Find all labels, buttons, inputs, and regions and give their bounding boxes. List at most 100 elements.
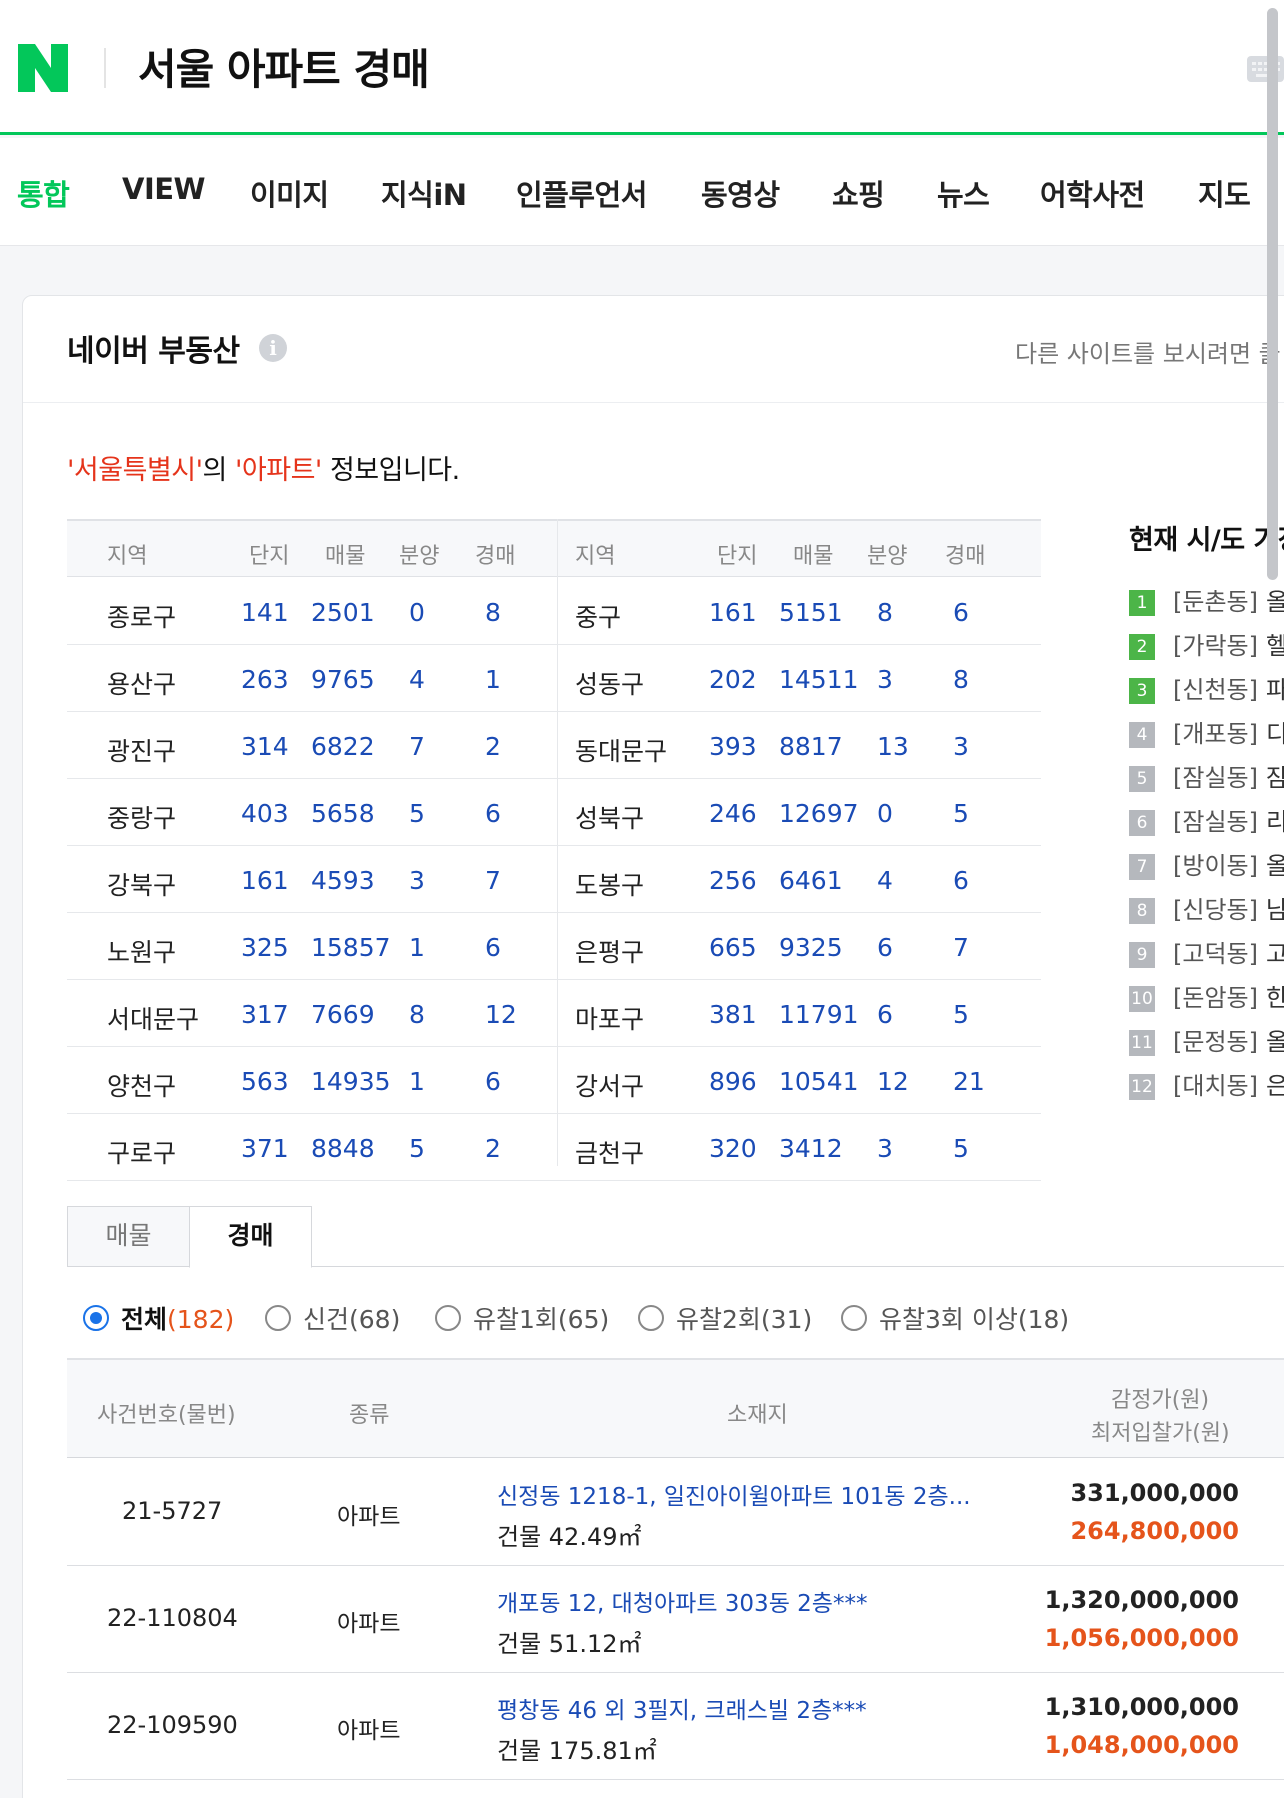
ranking-item[interactable]: 11 [문정동] 올 bbox=[1129, 1022, 1284, 1057]
district-name[interactable]: 중랑구 bbox=[107, 799, 176, 835]
district-name[interactable]: 금천구 bbox=[575, 1134, 644, 1170]
auction-count[interactable]: 6 bbox=[953, 866, 969, 895]
presale-count[interactable]: 3 bbox=[409, 866, 425, 895]
presale-count[interactable]: 4 bbox=[409, 665, 425, 694]
tab-view[interactable]: VIEW bbox=[122, 172, 206, 206]
radio-circle-icon[interactable] bbox=[435, 1305, 461, 1331]
ranking-item[interactable]: 1 [둔촌동] 올 bbox=[1129, 582, 1284, 617]
listing-count[interactable]: 9325 bbox=[779, 933, 843, 962]
tab-news[interactable]: 뉴스 bbox=[937, 172, 990, 214]
table-row[interactable]: 21-5727 아파트 신정동 1218-1, 일진아이윌아파트 101동 2층..… bbox=[67, 1459, 1284, 1566]
listing-count[interactable]: 5658 bbox=[311, 799, 375, 828]
listing-count[interactable]: 8817 bbox=[779, 732, 843, 761]
radio-circle-icon[interactable] bbox=[265, 1305, 291, 1331]
district-name[interactable]: 양천구 bbox=[107, 1067, 176, 1103]
complex-count[interactable]: 314 bbox=[241, 732, 289, 761]
listing-count[interactable]: 10541 bbox=[779, 1067, 859, 1096]
tab-shopping[interactable]: 쇼핑 bbox=[832, 172, 885, 214]
auction-count[interactable]: 8 bbox=[485, 598, 501, 627]
ranking-item[interactable]: 3 [신천동] 파 bbox=[1129, 670, 1284, 705]
ranking-item[interactable]: 2 [가락동] 헬 bbox=[1129, 626, 1284, 661]
district-name[interactable]: 마포구 bbox=[575, 1000, 644, 1036]
radio-label[interactable]: 유찰1회(65) bbox=[473, 1300, 609, 1336]
auction-count[interactable]: 3 bbox=[953, 732, 969, 761]
complex-count[interactable]: 246 bbox=[709, 799, 757, 828]
radio-label[interactable]: 유찰3회 이상(18) bbox=[879, 1300, 1069, 1336]
auction-count[interactable]: 12 bbox=[485, 1000, 517, 1029]
complex-count[interactable]: 393 bbox=[709, 732, 757, 761]
tab-influencer[interactable]: 인플루언서 bbox=[516, 172, 647, 214]
district-name[interactable]: 종로구 bbox=[107, 598, 176, 634]
presale-count[interactable]: 13 bbox=[877, 732, 909, 761]
table-row[interactable]: 22-109590 아파트 평창동 46 외 3필지, 크래스빌 2층*** 건물 1… bbox=[67, 1673, 1284, 1780]
tab-images[interactable]: 이미지 bbox=[250, 172, 329, 214]
complex-count[interactable]: 263 bbox=[241, 665, 289, 694]
district-name[interactable]: 성동구 bbox=[575, 665, 644, 701]
district-name[interactable]: 노원구 bbox=[107, 933, 176, 969]
auction-count[interactable]: 7 bbox=[953, 933, 969, 962]
tab-dictionary[interactable]: 어학사전 bbox=[1040, 172, 1145, 214]
presale-count[interactable]: 5 bbox=[409, 799, 425, 828]
presale-count[interactable]: 0 bbox=[877, 799, 893, 828]
listing-count[interactable]: 3412 bbox=[779, 1134, 843, 1163]
complex-count[interactable]: 896 bbox=[709, 1067, 757, 1096]
complex-count[interactable]: 317 bbox=[241, 1000, 289, 1029]
auction-count[interactable]: 5 bbox=[953, 1134, 969, 1163]
auction-count[interactable]: 6 bbox=[485, 1067, 501, 1096]
ranking-item[interactable]: 12 [대치동] 은 bbox=[1129, 1066, 1284, 1101]
listing-count[interactable]: 14935 bbox=[311, 1067, 391, 1096]
complex-count[interactable]: 320 bbox=[709, 1134, 757, 1163]
table-row[interactable]: 22-110804 아파트 개포동 12, 대청아파트 303동 2층*** 건물 5… bbox=[67, 1566, 1284, 1673]
ranking-item[interactable]: 7 [방이동] 올 bbox=[1129, 846, 1284, 881]
district-name[interactable]: 은평구 bbox=[575, 933, 644, 969]
presale-count[interactable]: 4 bbox=[877, 866, 893, 895]
complex-count[interactable]: 381 bbox=[709, 1000, 757, 1029]
tab-map[interactable]: 지도 bbox=[1198, 172, 1251, 214]
complex-count[interactable]: 563 bbox=[241, 1067, 289, 1096]
complex-count[interactable]: 161 bbox=[709, 598, 757, 627]
listing-count[interactable]: 6461 bbox=[779, 866, 843, 895]
ranking-item[interactable]: 6 [잠실동] 리 bbox=[1129, 802, 1284, 837]
complex-count[interactable]: 325 bbox=[241, 933, 289, 962]
listing-count[interactable]: 12697 bbox=[779, 799, 859, 828]
listing-count[interactable]: 5151 bbox=[779, 598, 843, 627]
auction-count[interactable]: 7 bbox=[485, 866, 501, 895]
subtab-auction[interactable]: 경매 bbox=[189, 1206, 312, 1268]
district-name[interactable]: 도봉구 bbox=[575, 866, 644, 902]
auction-count[interactable]: 2 bbox=[485, 1134, 501, 1163]
complex-count[interactable]: 371 bbox=[241, 1134, 289, 1163]
presale-count[interactable]: 7 bbox=[409, 732, 425, 761]
presale-count[interactable]: 3 bbox=[877, 1134, 893, 1163]
auction-count[interactable]: 5 bbox=[953, 799, 969, 828]
district-name[interactable]: 성북구 bbox=[575, 799, 644, 835]
auction-count[interactable]: 8 bbox=[953, 665, 969, 694]
district-name[interactable]: 강북구 bbox=[107, 866, 176, 902]
ranking-item[interactable]: 10 [돈암동] 한 bbox=[1129, 978, 1284, 1013]
presale-count[interactable]: 1 bbox=[409, 933, 425, 962]
complex-count[interactable]: 202 bbox=[709, 665, 757, 694]
district-name[interactable]: 용산구 bbox=[107, 665, 176, 701]
presale-count[interactable]: 8 bbox=[877, 598, 893, 627]
complex-count[interactable]: 403 bbox=[241, 799, 289, 828]
district-name[interactable]: 서대문구 bbox=[107, 1000, 199, 1036]
listing-count[interactable]: 2501 bbox=[311, 598, 375, 627]
listing-count[interactable]: 11791 bbox=[779, 1000, 859, 1029]
radio-circle-icon[interactable] bbox=[638, 1305, 664, 1331]
complex-count[interactable]: 665 bbox=[709, 933, 757, 962]
radio-label[interactable]: 유찰2회(31) bbox=[676, 1300, 812, 1336]
district-name[interactable]: 구로구 bbox=[107, 1134, 176, 1170]
scrollbar-thumb[interactable] bbox=[1267, 8, 1278, 580]
listing-count[interactable]: 8848 bbox=[311, 1134, 375, 1163]
auction-count[interactable]: 6 bbox=[485, 933, 501, 962]
presale-count[interactable]: 5 bbox=[409, 1134, 425, 1163]
radio-circle-icon[interactable] bbox=[83, 1305, 109, 1331]
search-query[interactable]: 서울 아파트 경매 bbox=[138, 36, 430, 97]
ranking-item[interactable]: 4 [개포동] 디 bbox=[1129, 714, 1284, 749]
auction-count[interactable]: 2 bbox=[485, 732, 501, 761]
subtab-listing[interactable]: 매물 bbox=[67, 1206, 190, 1267]
auction-count[interactable]: 6 bbox=[485, 799, 501, 828]
listing-count[interactable]: 6822 bbox=[311, 732, 375, 761]
info-icon[interactable]: i bbox=[259, 334, 287, 362]
ranking-item[interactable]: 9 [고덕동] 고 bbox=[1129, 934, 1284, 969]
property-address-link[interactable]: 개포동 12, 대청아파트 303동 2층*** bbox=[497, 1584, 867, 1618]
